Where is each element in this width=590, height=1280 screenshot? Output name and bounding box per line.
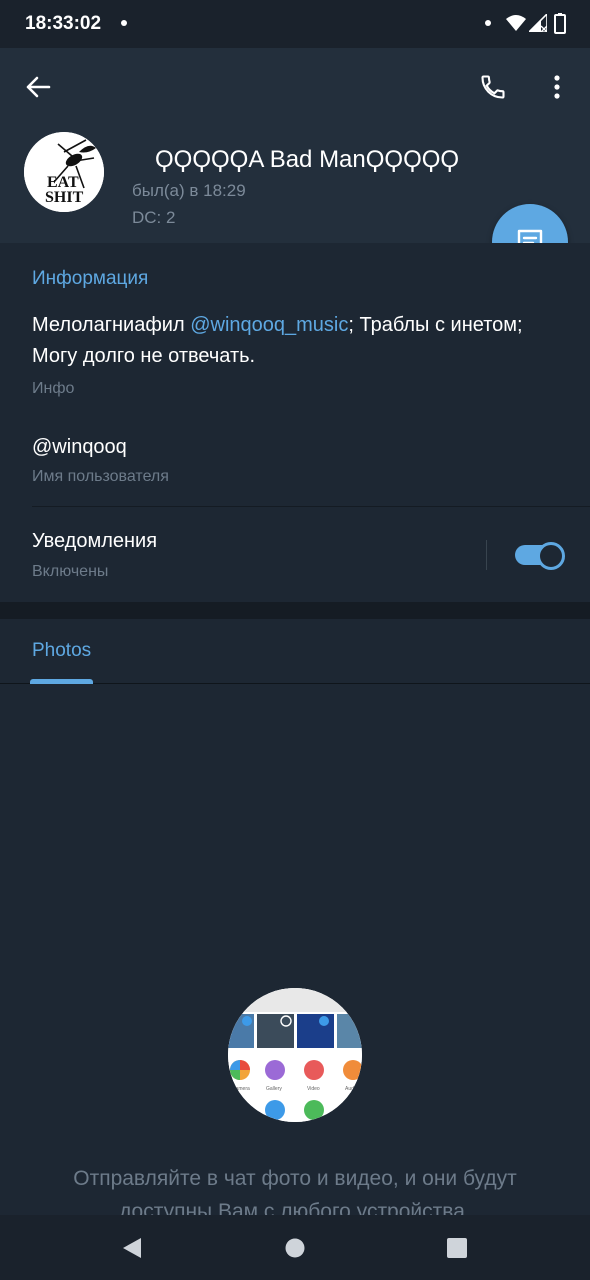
nav-home-icon[interactable] bbox=[285, 1238, 305, 1258]
notifications-status: Включены bbox=[32, 563, 109, 580]
illustration-label-camera: Camera bbox=[232, 1086, 250, 1092]
dc-label: DC: 2 bbox=[132, 208, 176, 227]
phone-icon[interactable] bbox=[479, 73, 507, 101]
status-time: 18:33:02 bbox=[25, 13, 102, 34]
username-caption: Имя пользователя bbox=[32, 468, 169, 485]
nav-back-icon[interactable] bbox=[121, 1237, 143, 1259]
arrow-left-icon[interactable] bbox=[24, 73, 52, 101]
wifi-icon bbox=[506, 15, 526, 31]
more-vertical-icon[interactable] bbox=[551, 74, 563, 100]
username-value[interactable]: @winqooq bbox=[32, 436, 127, 459]
mosquito-logo-icon: EAT SHIT bbox=[24, 132, 104, 212]
profile-name: ϘϘϘϘϘA Bad ManϘϘϘϘϘ bbox=[155, 146, 460, 173]
notification-dot-icon bbox=[121, 20, 127, 26]
signal-icon bbox=[529, 14, 547, 32]
last-seen-status: был(а) в 18:29 bbox=[132, 181, 246, 200]
divider bbox=[32, 506, 590, 507]
attach-menu-illustration-icon: Camera Gallery Video Audio bbox=[228, 988, 362, 1122]
bio-prefix: Мелолагниафил bbox=[32, 314, 191, 336]
avatar[interactable]: EAT SHIT bbox=[24, 132, 104, 212]
info-section-title: Информация bbox=[32, 268, 149, 289]
illustration-label-audio: Audio bbox=[345, 1086, 358, 1092]
notifications-toggle-knob[interactable] bbox=[537, 542, 565, 570]
tab-photos[interactable]: Photos bbox=[32, 640, 91, 662]
illustration-label-video: Video bbox=[307, 1086, 320, 1092]
bio-caption: Инфо bbox=[32, 380, 75, 397]
tab-indicator bbox=[30, 679, 93, 684]
status-bar: 18:33:02 bbox=[0, 0, 590, 48]
empty-state-illustration: Camera Gallery Video Audio bbox=[228, 988, 362, 1122]
battery-icon bbox=[554, 13, 566, 34]
section-gap bbox=[0, 602, 590, 619]
nav-recents-icon[interactable] bbox=[447, 1238, 467, 1258]
notifications-label[interactable]: Уведомления bbox=[32, 530, 157, 553]
avatar-text-line2: SHIT bbox=[45, 189, 84, 206]
bio-text: Мелолагниафил @winqooq_music; Траблы с и… bbox=[32, 310, 572, 372]
bio-link[interactable]: @winqooq_music bbox=[190, 314, 348, 336]
dot-icon bbox=[485, 20, 491, 26]
system-navigation-bar bbox=[0, 1215, 590, 1280]
illustration-label-gallery: Gallery bbox=[266, 1086, 282, 1092]
empty-state-text: Отправляйте в чат фото и видео, и они бу… bbox=[73, 1167, 517, 1218]
separator bbox=[486, 540, 487, 570]
